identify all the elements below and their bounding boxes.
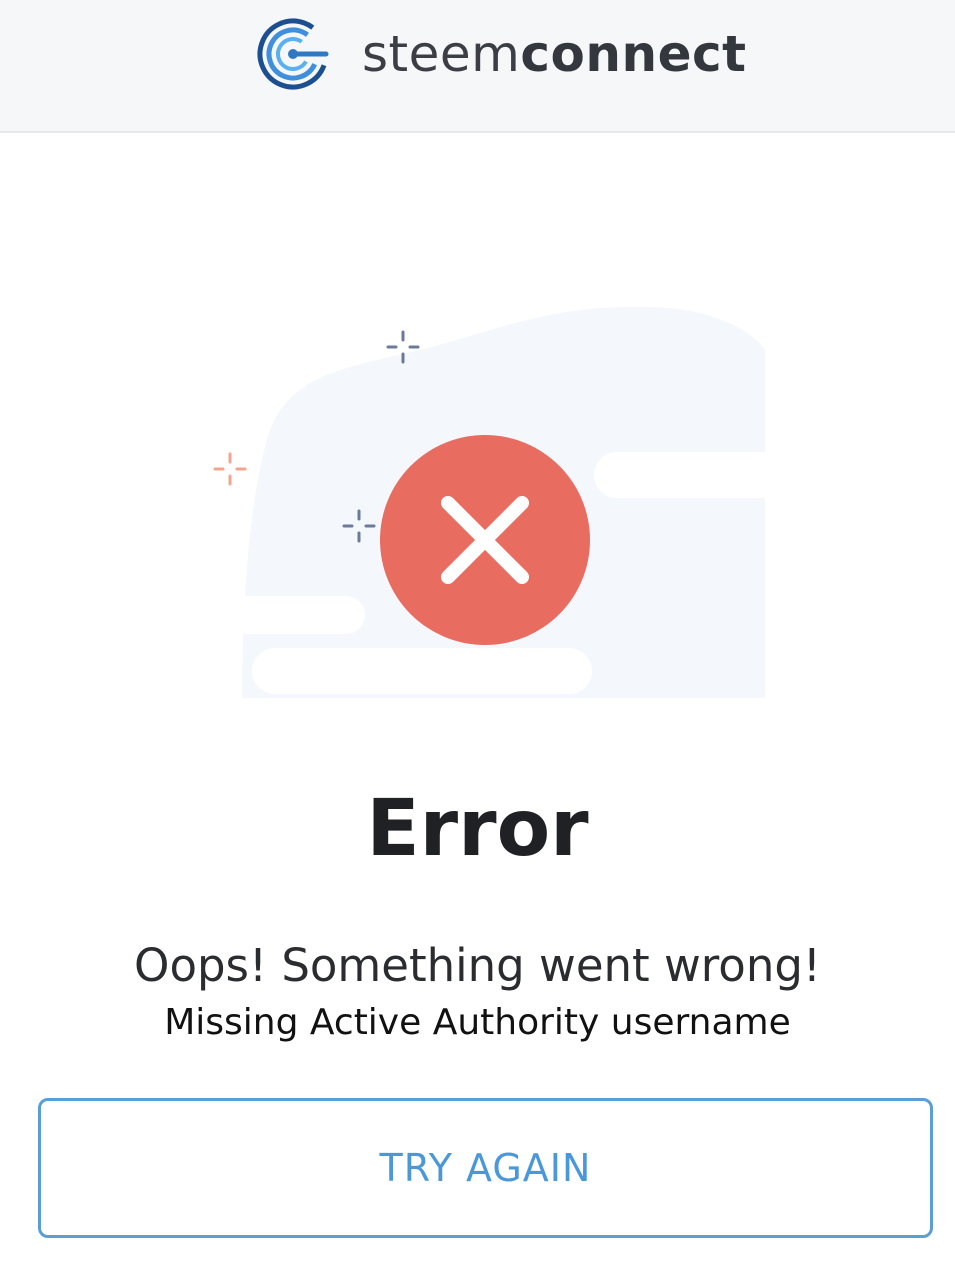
brand-wordmark: steemconnect bbox=[362, 29, 747, 79]
cloud-shape bbox=[594, 452, 780, 498]
error-illustration-svg bbox=[213, 306, 780, 698]
app-header: steemconnect bbox=[0, 0, 955, 133]
page-title: Error bbox=[366, 784, 589, 874]
brand-wordmark-bold: connect bbox=[520, 25, 747, 83]
error-detail: Missing Active Authority username bbox=[164, 1002, 791, 1043]
brand-logo[interactable]: steemconnect bbox=[256, 14, 747, 94]
cloud-shape bbox=[230, 596, 365, 634]
cloud-shape bbox=[252, 648, 592, 694]
error-illustration bbox=[200, 300, 780, 700]
brand-wordmark-light: steem bbox=[362, 25, 521, 83]
sparkle-icon bbox=[213, 452, 247, 486]
try-again-button[interactable]: TRY AGAIN bbox=[38, 1098, 933, 1238]
error-subtitle: Oops! Something went wrong! bbox=[134, 939, 821, 992]
steemconnect-logo-icon bbox=[257, 18, 329, 90]
